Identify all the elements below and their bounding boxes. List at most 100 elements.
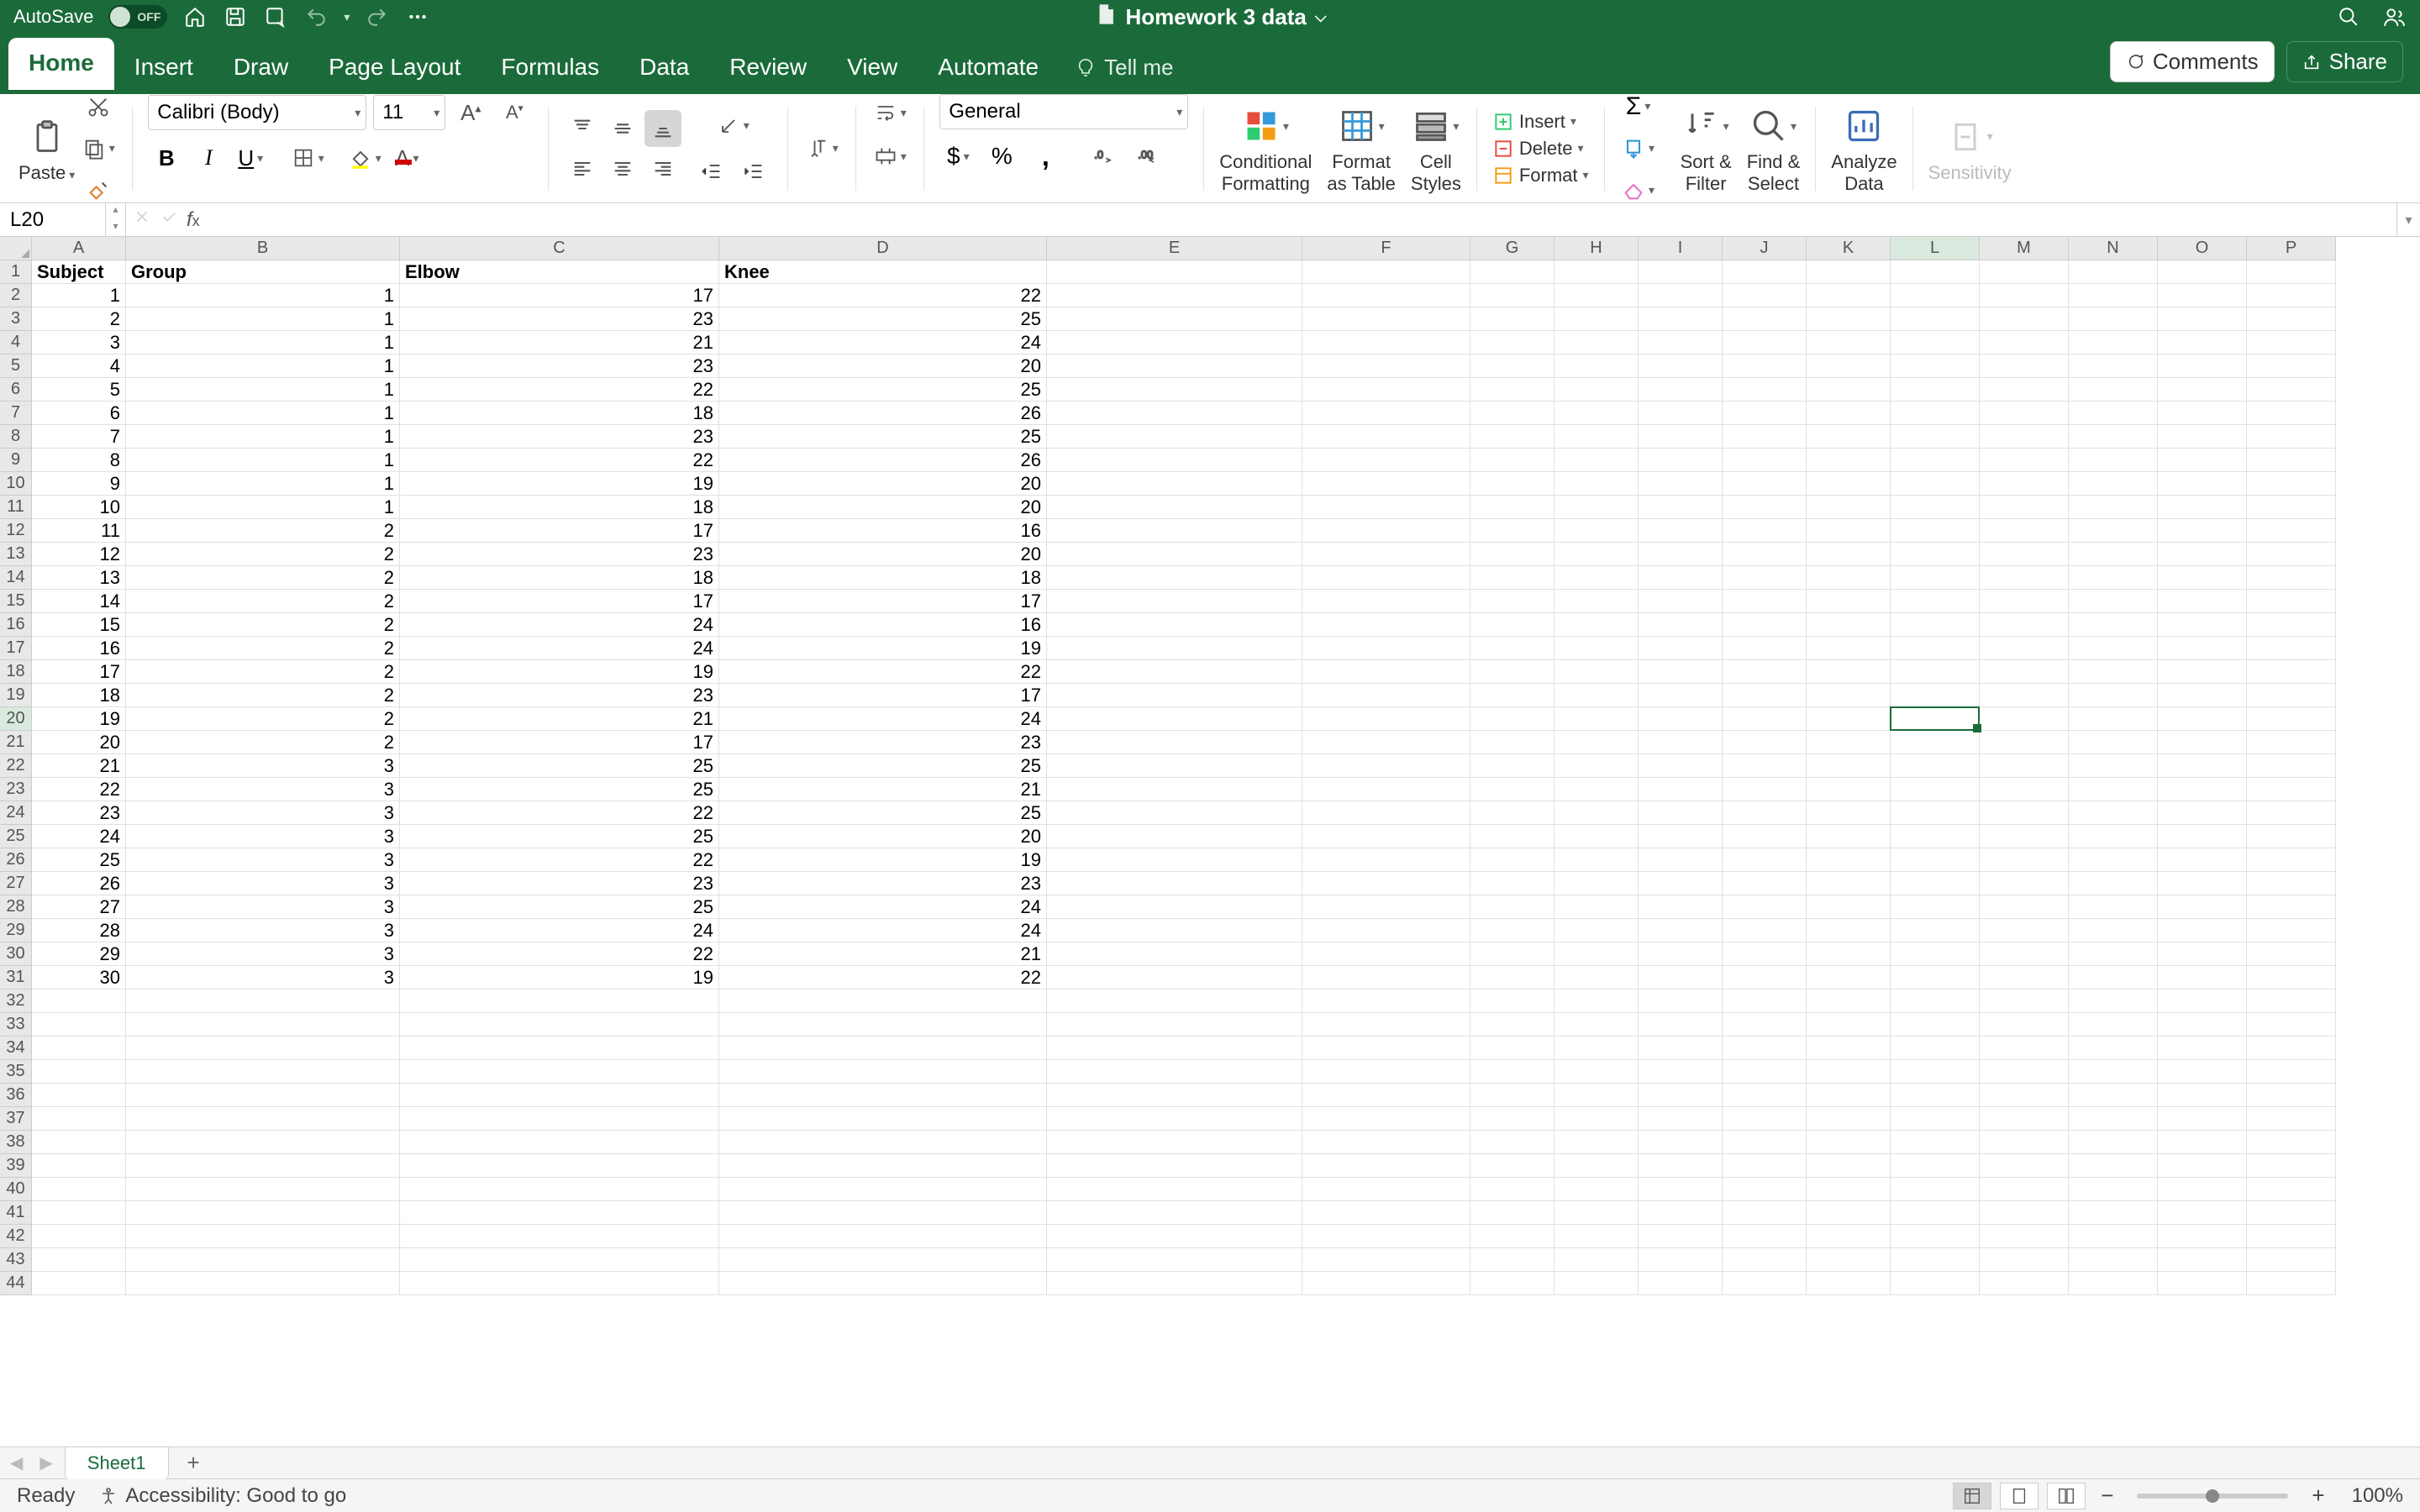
cell-E17[interactable]: [1047, 637, 1302, 660]
cell-C40[interactable]: [400, 1178, 719, 1201]
cell-O20[interactable]: [2158, 707, 2247, 731]
cell-H30[interactable]: [1555, 942, 1639, 966]
cell-H11[interactable]: [1555, 496, 1639, 519]
cell-L22[interactable]: [1891, 754, 1980, 778]
cell-J29[interactable]: [1723, 919, 1807, 942]
cell-J31[interactable]: [1723, 966, 1807, 990]
cell-N33[interactable]: [2069, 1013, 2158, 1037]
cell-G2[interactable]: [1470, 284, 1555, 307]
cell-M13[interactable]: [1980, 543, 2069, 566]
font-size-combo[interactable]: 11▾: [373, 95, 445, 130]
cell-L9[interactable]: [1891, 449, 1980, 472]
cell-H17[interactable]: [1555, 637, 1639, 660]
tab-automate[interactable]: Automate: [918, 42, 1059, 94]
cell-K18[interactable]: [1807, 660, 1891, 684]
cell-I18[interactable]: [1639, 660, 1723, 684]
cell-D18[interactable]: 22: [719, 660, 1047, 684]
undo-icon[interactable]: [303, 4, 329, 29]
cell-F9[interactable]: [1302, 449, 1470, 472]
cell-C38[interactable]: [400, 1131, 719, 1154]
cell-J39[interactable]: [1723, 1154, 1807, 1178]
cell-I26[interactable]: [1639, 848, 1723, 872]
cell-L43[interactable]: [1891, 1248, 1980, 1272]
cell-H34[interactable]: [1555, 1037, 1639, 1060]
fill-color-button[interactable]: [346, 139, 383, 176]
cell-O43[interactable]: [2158, 1248, 2247, 1272]
row-header-38[interactable]: 38: [0, 1131, 31, 1154]
cell-I32[interactable]: [1639, 990, 1723, 1013]
cell-C13[interactable]: 23: [400, 543, 719, 566]
cell-H36[interactable]: [1555, 1084, 1639, 1107]
cell-L13[interactable]: [1891, 543, 1980, 566]
cell-A29[interactable]: 28: [32, 919, 126, 942]
col-header-D[interactable]: D: [719, 237, 1047, 260]
cell-E13[interactable]: [1047, 543, 1302, 566]
cell-K1[interactable]: [1807, 260, 1891, 284]
cell-K23[interactable]: [1807, 778, 1891, 801]
more-icon[interactable]: [405, 4, 430, 29]
cell-P2[interactable]: [2247, 284, 2336, 307]
cell-I16[interactable]: [1639, 613, 1723, 637]
cell-L35[interactable]: [1891, 1060, 1980, 1084]
cell-D20[interactable]: 24: [719, 707, 1047, 731]
cell-D33[interactable]: [719, 1013, 1047, 1037]
cell-L10[interactable]: [1891, 472, 1980, 496]
cell-N14[interactable]: [2069, 566, 2158, 590]
cell-F13[interactable]: [1302, 543, 1470, 566]
col-header-I[interactable]: I: [1639, 237, 1723, 260]
cell-M20[interactable]: [1980, 707, 2069, 731]
cell-P7[interactable]: [2247, 402, 2336, 425]
cell-N23[interactable]: [2069, 778, 2158, 801]
row-header-35[interactable]: 35: [0, 1060, 31, 1084]
cell-B18[interactable]: 2: [126, 660, 400, 684]
cell-M38[interactable]: [1980, 1131, 2069, 1154]
cell-G9[interactable]: [1470, 449, 1555, 472]
row-header-30[interactable]: 30: [0, 942, 31, 966]
cell-C16[interactable]: 24: [400, 613, 719, 637]
cell-B41[interactable]: [126, 1201, 400, 1225]
cell-C12[interactable]: 17: [400, 519, 719, 543]
cell-M18[interactable]: [1980, 660, 2069, 684]
cell-N43[interactable]: [2069, 1248, 2158, 1272]
cell-O5[interactable]: [2158, 354, 2247, 378]
cell-O9[interactable]: [2158, 449, 2247, 472]
cell-D41[interactable]: [719, 1201, 1047, 1225]
cell-D34[interactable]: [719, 1037, 1047, 1060]
cell-M40[interactable]: [1980, 1178, 2069, 1201]
cell-M2[interactable]: [1980, 284, 2069, 307]
cell-N32[interactable]: [2069, 990, 2158, 1013]
cell-F2[interactable]: [1302, 284, 1470, 307]
cell-O16[interactable]: [2158, 613, 2247, 637]
cell-N28[interactable]: [2069, 895, 2158, 919]
cell-K33[interactable]: [1807, 1013, 1891, 1037]
cell-I15[interactable]: [1639, 590, 1723, 613]
cell-L23[interactable]: [1891, 778, 1980, 801]
cell-B2[interactable]: 1: [126, 284, 400, 307]
sheet-tab[interactable]: Sheet1: [65, 1446, 169, 1479]
cell-I17[interactable]: [1639, 637, 1723, 660]
row-header-41[interactable]: 41: [0, 1201, 31, 1225]
cell-H24[interactable]: [1555, 801, 1639, 825]
increase-decimal-icon[interactable]: .0: [1086, 138, 1123, 175]
cell-E18[interactable]: [1047, 660, 1302, 684]
cell-I31[interactable]: [1639, 966, 1723, 990]
cell-H31[interactable]: [1555, 966, 1639, 990]
cell-D31[interactable]: 22: [719, 966, 1047, 990]
cell-K21[interactable]: [1807, 731, 1891, 754]
cell-L30[interactable]: [1891, 942, 1980, 966]
save-icon[interactable]: [223, 4, 248, 29]
cell-L11[interactable]: [1891, 496, 1980, 519]
cell-O12[interactable]: [2158, 519, 2247, 543]
cell-N6[interactable]: [2069, 378, 2158, 402]
cell-C20[interactable]: 21: [400, 707, 719, 731]
increase-font-icon[interactable]: A▴: [452, 94, 489, 131]
cell-B34[interactable]: [126, 1037, 400, 1060]
cell-E6[interactable]: [1047, 378, 1302, 402]
cell-N20[interactable]: [2069, 707, 2158, 731]
cell-G10[interactable]: [1470, 472, 1555, 496]
cell-F26[interactable]: [1302, 848, 1470, 872]
cell-B11[interactable]: 1: [126, 496, 400, 519]
cell-E44[interactable]: [1047, 1272, 1302, 1295]
row-header-39[interactable]: 39: [0, 1154, 31, 1178]
home-icon[interactable]: [182, 4, 208, 29]
